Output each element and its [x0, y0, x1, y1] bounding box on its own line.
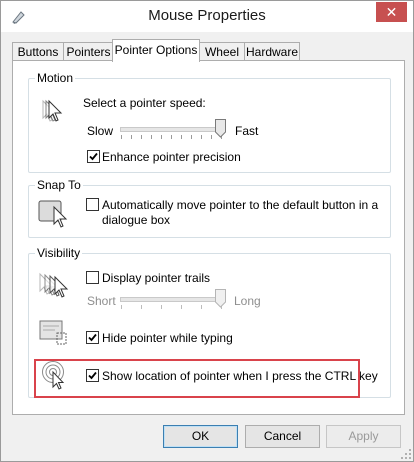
snap-to-label-line1: Automatically move pointer to the defaul…	[102, 198, 379, 212]
ok-button[interactable]: OK	[163, 425, 238, 448]
check-icon	[88, 333, 97, 342]
tab-label: Pointers	[66, 45, 111, 59]
tab-pointer-options[interactable]: Pointer Options	[112, 39, 200, 62]
tab-wheel[interactable]: Wheel	[199, 42, 245, 61]
apply-button[interactable]: Apply	[326, 425, 401, 448]
pointer-trails-label: Display pointer trails	[102, 271, 211, 285]
pointer-trails-slider-thumb[interactable]	[215, 289, 226, 308]
snap-to-icon	[38, 200, 68, 228]
close-button[interactable]: ✕	[376, 2, 407, 22]
enhance-precision-label: Enhance pointer precision	[102, 150, 241, 164]
tab-buttons[interactable]: Buttons	[12, 42, 64, 61]
trails-long-label: Long	[234, 294, 261, 308]
pointer-trails-checkbox[interactable]	[86, 271, 99, 284]
cancel-button[interactable]: Cancel	[245, 425, 320, 448]
hide-pointer-label: Hide pointer while typing	[102, 331, 233, 345]
pointer-speed-slider-thumb[interactable]	[215, 119, 226, 138]
tab-label: Buttons	[17, 45, 59, 59]
trails-short-label: Short	[87, 294, 116, 308]
fast-label: Fast	[235, 124, 259, 138]
pointer-options-panel: Motion Select a pointer speed: Slow Fast	[12, 60, 405, 415]
pointer-speed-slider-track[interactable]	[120, 127, 224, 132]
visibility-group-label: Visibility	[35, 246, 83, 260]
pointer-speed-label: Select a pointer speed:	[83, 96, 206, 110]
window-title: Mouse Properties	[148, 7, 266, 24]
pointer-speed-icon	[42, 99, 63, 122]
mouse-properties-window: Mouse Properties ✕ Buttons Pointers Poin…	[0, 0, 414, 462]
snap-to-group-label: Snap To	[35, 178, 83, 192]
highlight-box	[34, 359, 360, 398]
tab-label: Wheel	[204, 45, 239, 59]
hide-pointer-icon	[39, 320, 67, 345]
motion-group-label: Motion	[35, 71, 76, 85]
snap-to-label-line2: dialogue box	[102, 213, 171, 227]
close-icon: ✕	[385, 4, 398, 20]
tab-hardware[interactable]: Hardware	[244, 42, 300, 61]
snap-to-checkbox[interactable]	[86, 198, 99, 211]
pointer-trails-ticks	[121, 305, 222, 309]
pointer-trails-slider-track[interactable]	[120, 297, 224, 302]
tab-label: Hardware	[245, 45, 299, 59]
pointer-speed-ticks	[121, 135, 222, 139]
hide-pointer-checkbox[interactable]	[86, 331, 99, 344]
enhance-precision-checkbox[interactable]	[87, 150, 100, 163]
check-icon	[89, 152, 98, 161]
tab-pointers[interactable]: Pointers	[63, 42, 114, 61]
pointer-trails-icon	[39, 272, 69, 298]
slow-label: Slow	[87, 124, 114, 138]
title-bar: Mouse Properties ✕	[1, 1, 413, 32]
tab-label: Pointer Options	[114, 43, 198, 57]
snap-to-group: Snap To Automatically move pointer to th…	[28, 178, 391, 238]
resize-grip-icon[interactable]	[401, 449, 411, 459]
motion-group: Motion Select a pointer speed: Slow Fast	[28, 71, 391, 173]
